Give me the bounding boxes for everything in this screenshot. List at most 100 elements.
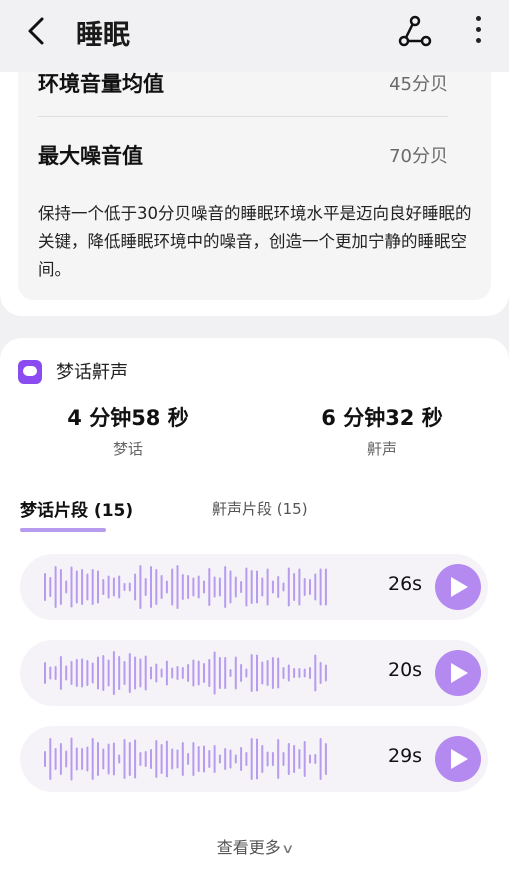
waveform-bar xyxy=(81,569,84,605)
waveform-bar xyxy=(112,577,115,597)
waveform-bar xyxy=(134,656,137,690)
more-dot-icon xyxy=(475,16,481,21)
play-button[interactable] xyxy=(435,650,481,696)
waveform-bar xyxy=(59,743,62,775)
noise-card: 环境音量均值 45分贝 最大噪音值 70分贝 保持一个低于30分贝噪音的睡眠环境… xyxy=(0,40,509,316)
waveform-bar xyxy=(245,567,248,607)
see-more-link[interactable]: 查看更多∨ xyxy=(0,834,509,858)
waveform-bar xyxy=(324,664,327,682)
waveform-bar xyxy=(261,745,264,773)
waveform-bar xyxy=(187,575,190,599)
waveform-bar xyxy=(123,583,126,591)
waveform-bar xyxy=(309,579,311,595)
waveform-bar xyxy=(229,570,232,604)
waveform-bar xyxy=(293,573,296,601)
waveform xyxy=(44,651,327,695)
waveform-bar xyxy=(160,668,163,678)
waveform-bar xyxy=(256,738,258,780)
waveform-bar xyxy=(224,566,227,608)
noise-advice-text: 保持一个低于30分贝噪音的睡眠环境水平是迈向良好睡眠的关键，降低睡眠环境中的噪音… xyxy=(38,204,472,279)
tab-sleep-talk-clips[interactable]: 梦话片段 (15) xyxy=(20,496,134,532)
waveform-bar xyxy=(282,667,285,679)
waveform-bar xyxy=(91,569,94,605)
audio-clip-row[interactable]: 29s xyxy=(20,726,488,792)
waveform-bar xyxy=(324,568,327,606)
top-bar: 睡眠 xyxy=(0,0,509,72)
waveform-bar xyxy=(59,569,62,605)
share-button[interactable] xyxy=(398,14,432,48)
waveform-bar xyxy=(208,659,211,687)
divider xyxy=(38,116,448,117)
waveform-bar xyxy=(44,751,46,767)
waveform-bar xyxy=(171,568,174,606)
waveform-bar xyxy=(155,740,158,778)
waveform-bar xyxy=(134,739,137,779)
waveform-bar xyxy=(287,743,290,775)
active-tab-indicator xyxy=(20,528,106,532)
waveform-bar xyxy=(245,752,248,766)
waveform-bar xyxy=(176,749,179,769)
waveform-bar xyxy=(181,574,184,600)
play-button[interactable] xyxy=(435,736,481,782)
waveform-bar xyxy=(229,669,232,677)
waveform-bar xyxy=(261,577,264,597)
waveform-bar xyxy=(171,748,174,770)
waveform-bar xyxy=(324,743,327,775)
waveform-bar xyxy=(75,659,78,687)
waveform-bar xyxy=(218,657,221,689)
waveform-bar xyxy=(287,567,290,607)
waveform-bar xyxy=(203,580,205,594)
more-dot-icon xyxy=(475,38,481,43)
back-button[interactable] xyxy=(22,14,52,48)
waveform-bar xyxy=(298,568,301,606)
waveform-bar xyxy=(91,738,94,780)
waveform xyxy=(44,565,327,609)
audio-clip-row[interactable]: 20s xyxy=(20,640,488,706)
waveform-bar xyxy=(49,577,52,597)
waveform-bar xyxy=(293,745,296,773)
noise-row-label: 最大噪音值 xyxy=(38,144,143,168)
noise-row-max: 最大噪音值 70分贝 xyxy=(38,134,448,174)
waveform-bar xyxy=(70,737,73,781)
tab-label: 梦话片段 (15) xyxy=(20,501,134,521)
waveform-bar xyxy=(155,663,158,683)
sleep-talk-snore-card: 梦话鼾声 4 分钟58 秒 梦话 6 分钟32 秒 鼾声 梦话片段 (15) 鼾… xyxy=(0,338,509,871)
waveform-bar xyxy=(277,739,280,779)
waveform-bar xyxy=(266,660,269,686)
waveform-bar xyxy=(118,754,121,764)
noise-panel: 环境音量均值 45分贝 最大噪音值 70分贝 保持一个低于30分贝噪音的睡眠环境… xyxy=(18,40,491,300)
see-more-label: 查看更多 xyxy=(216,838,281,857)
waveform xyxy=(44,737,327,781)
waveform-bar xyxy=(218,577,221,597)
sleep-talk-icon xyxy=(18,360,42,384)
waveform-bar xyxy=(134,573,137,601)
waveform-bar xyxy=(282,752,285,766)
clip-duration: 20s xyxy=(388,659,423,681)
noise-row-value: 45分贝 xyxy=(389,74,448,95)
waveform-bar xyxy=(319,662,322,684)
more-options-button[interactable] xyxy=(466,10,490,50)
play-button[interactable] xyxy=(435,564,481,610)
waveform-bar xyxy=(91,662,94,684)
waveform-bar xyxy=(319,568,322,606)
waveform-bar xyxy=(144,578,147,596)
waveform-bar xyxy=(150,666,152,680)
waveform-bar xyxy=(49,738,52,780)
audio-clip-row[interactable]: 26s xyxy=(20,554,488,620)
waveform-bar xyxy=(187,753,190,765)
clip-duration: 26s xyxy=(388,573,423,595)
waveform-bar xyxy=(128,653,131,693)
tab-snore-clips[interactable]: 鼾声片段 (15) xyxy=(212,498,308,519)
waveform-bar xyxy=(102,655,105,691)
waveform-bar xyxy=(102,748,105,770)
waveform-bar xyxy=(192,742,195,776)
waveform-bar xyxy=(224,748,227,770)
waveform-bar xyxy=(208,568,211,606)
waveform-bar xyxy=(65,750,68,768)
waveform-bar xyxy=(234,754,237,764)
waveform-bar xyxy=(213,651,216,695)
clip-tabs: 梦话片段 (15) 鼾声片段 (15) xyxy=(0,488,509,532)
waveform-bar xyxy=(197,660,200,686)
waveform-bar xyxy=(271,580,274,594)
share-icon xyxy=(398,15,432,47)
